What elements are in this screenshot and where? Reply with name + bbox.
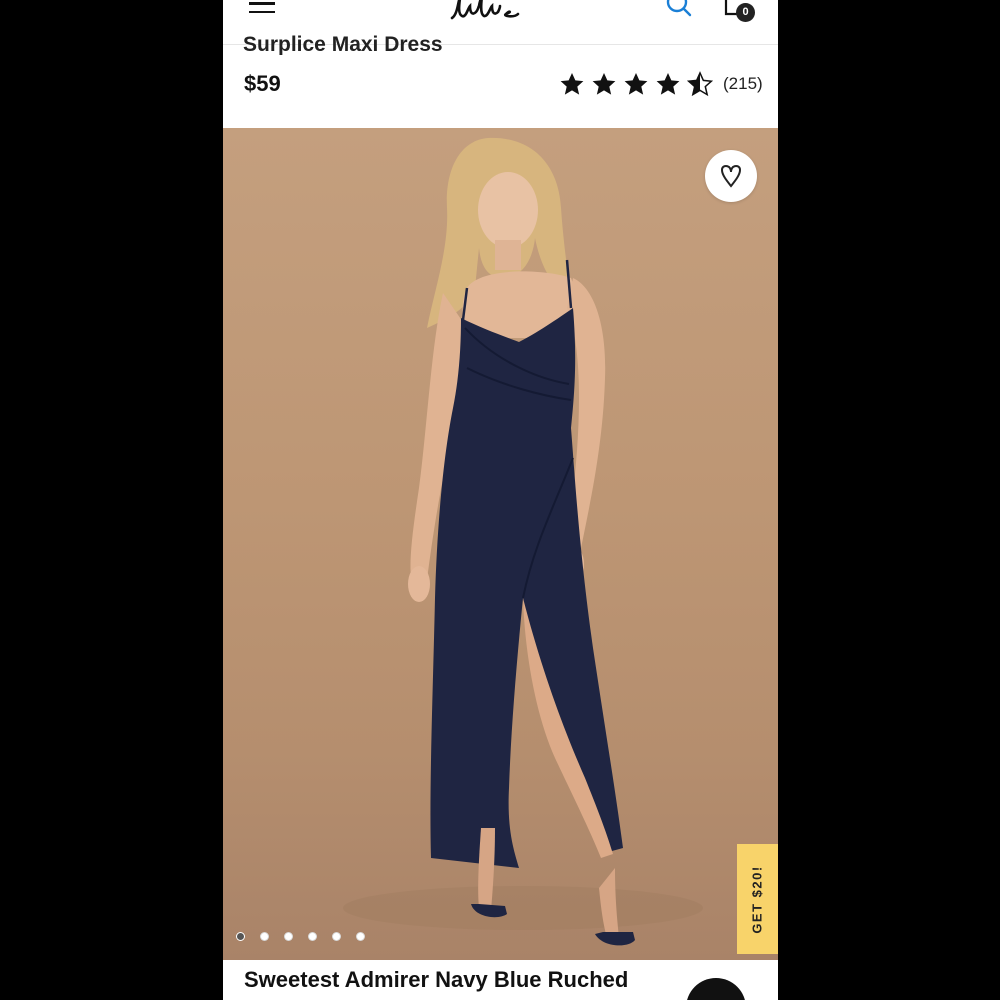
cart-count-badge: 0 <box>736 3 755 22</box>
star-full-icon <box>592 72 616 95</box>
hamburger-menu-icon[interactable] <box>249 0 275 16</box>
gallery-dot[interactable] <box>356 932 365 941</box>
lulus-logo[interactable] <box>448 0 553 24</box>
star-full-icon <box>656 72 680 95</box>
review-count[interactable]: (215) <box>723 74 763 94</box>
product-price: $59 <box>244 71 281 96</box>
product-name: Sweetest Admirer Navy Blue Ruched <box>244 967 629 992</box>
star-full-icon <box>624 72 648 95</box>
gallery-dot[interactable] <box>284 932 293 941</box>
gallery-dot[interactable] <box>260 932 269 941</box>
wishlist-button[interactable] <box>705 150 757 202</box>
promo-label: GET $20! <box>750 864 766 934</box>
promo-tab[interactable]: GET $20! <box>737 844 778 954</box>
gallery-dot[interactable] <box>332 932 341 941</box>
star-half-icon <box>687 71 713 97</box>
search-icon[interactable] <box>665 0 693 20</box>
heart-icon <box>720 165 742 188</box>
gallery-dot[interactable] <box>308 932 317 941</box>
phone-screen: 0 Surplice Maxi Dress $59 (215) GET $20!… <box>223 0 778 1000</box>
model-photo <box>343 137 703 946</box>
rating-stars[interactable]: (215) <box>559 70 763 98</box>
star-full-icon <box>560 72 584 95</box>
gallery-dot[interactable] <box>236 932 245 941</box>
product-title-partial: Surplice Maxi Dress <box>243 33 443 55</box>
product-image-gallery[interactable]: GET $20! <box>223 128 778 960</box>
gallery-pagination <box>236 932 380 941</box>
